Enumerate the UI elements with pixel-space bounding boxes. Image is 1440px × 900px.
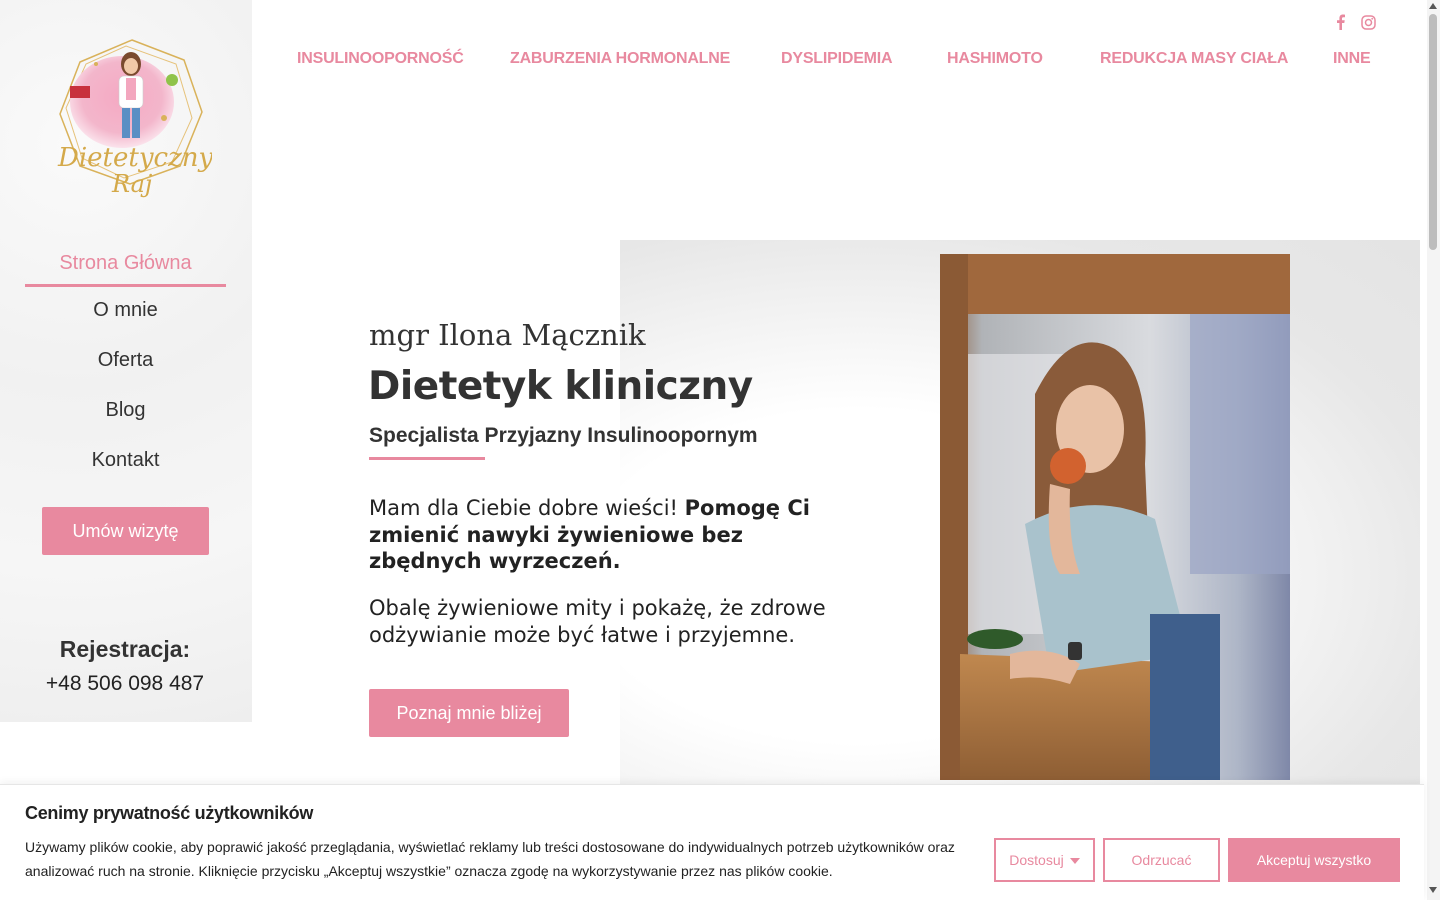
cookie-text: Używamy plików cookie, aby poprawić jako… (25, 839, 955, 879)
topnav-item-hashimoto[interactable]: HASHIMOTO (947, 50, 1043, 68)
sidebar: Dietetyczny Raj Strona Główna O mnie Ofe… (0, 0, 252, 722)
sidebar-nav: Strona Główna O mnie Oferta Blog Kontakt (25, 240, 226, 487)
sidebar-item-offer[interactable]: Oferta (25, 337, 226, 387)
scrollbar-thumb[interactable] (1429, 14, 1437, 250)
logo-image: Dietetyczny Raj (57, 39, 214, 198)
registration-phone[interactable]: +48 506 098 487 (0, 672, 250, 696)
topnav-item-insulin-resistance[interactable]: INSULINOOPORNOŚĆ (297, 50, 464, 68)
facebook-icon[interactable] (1332, 13, 1348, 31)
scroll-down-arrow-icon[interactable] (1429, 887, 1437, 893)
cookie-reject-button[interactable]: Odrzucać (1103, 838, 1220, 882)
hero-divider (369, 457, 485, 460)
hero-title: Dietetyk kliniczny (368, 364, 753, 409)
hero-lead: Mam dla Ciebie dobre wieści! Pomogę Ci z… (369, 495, 839, 575)
topnav-item-hormonal-disorders[interactable]: ZABURZENIA HORMONALNE (510, 50, 730, 68)
cookie-customize-button[interactable]: Dostosuj (994, 838, 1095, 882)
svg-text:Dietetyczny: Dietetyczny (57, 143, 212, 173)
hero-lead-plain: Mam dla Ciebie dobre wieści! (369, 496, 685, 520)
sidebar-item-about[interactable]: O mnie (25, 287, 226, 337)
registration-label: Rejestracja: (59, 636, 191, 662)
cookie-title: Cenimy prywatność użytkowników (25, 803, 314, 823)
sidebar-item-home[interactable]: Strona Główna (25, 240, 226, 287)
hero-name: mgr Ilona Mącznik (369, 318, 646, 352)
sidebar-item-blog[interactable]: Blog (25, 387, 226, 437)
hero-paragraph: Obalę żywieniowe mity i pokażę, że zdrow… (369, 596, 826, 647)
cookie-banner: Cenimy prywatność użytkowników Używamy p… (0, 784, 1424, 900)
chevron-down-icon (1069, 858, 1080, 865)
social-links (1332, 13, 1376, 31)
topnav-item-weight-reduction[interactable]: REDUKCJA MASY CIAŁA (1100, 50, 1288, 68)
learn-more-button[interactable]: Poznaj mnie bliżej (369, 689, 569, 737)
cookie-customize-label: Dostosuj (1009, 852, 1064, 868)
sidebar-item-contact[interactable]: Kontakt (25, 437, 226, 487)
logo[interactable]: Dietetyczny Raj (52, 34, 214, 204)
topnav-item-dyslipidemia[interactable]: DYSLIPIDEMIA (781, 50, 893, 68)
instagram-icon[interactable] (1360, 13, 1376, 31)
cookie-accept-all-button[interactable]: Akceptuj wszystko (1228, 838, 1400, 882)
scroll-up-arrow-icon[interactable] (1429, 3, 1437, 9)
book-appointment-button[interactable]: Umów wizytę (42, 507, 209, 555)
hero-photo (940, 254, 1290, 780)
hero-specialty: Specjalista Przyjazny Insulinoopornym (369, 424, 758, 447)
svg-text:Raj: Raj (111, 170, 153, 198)
topnav-item-other[interactable]: INNE (1333, 50, 1371, 68)
